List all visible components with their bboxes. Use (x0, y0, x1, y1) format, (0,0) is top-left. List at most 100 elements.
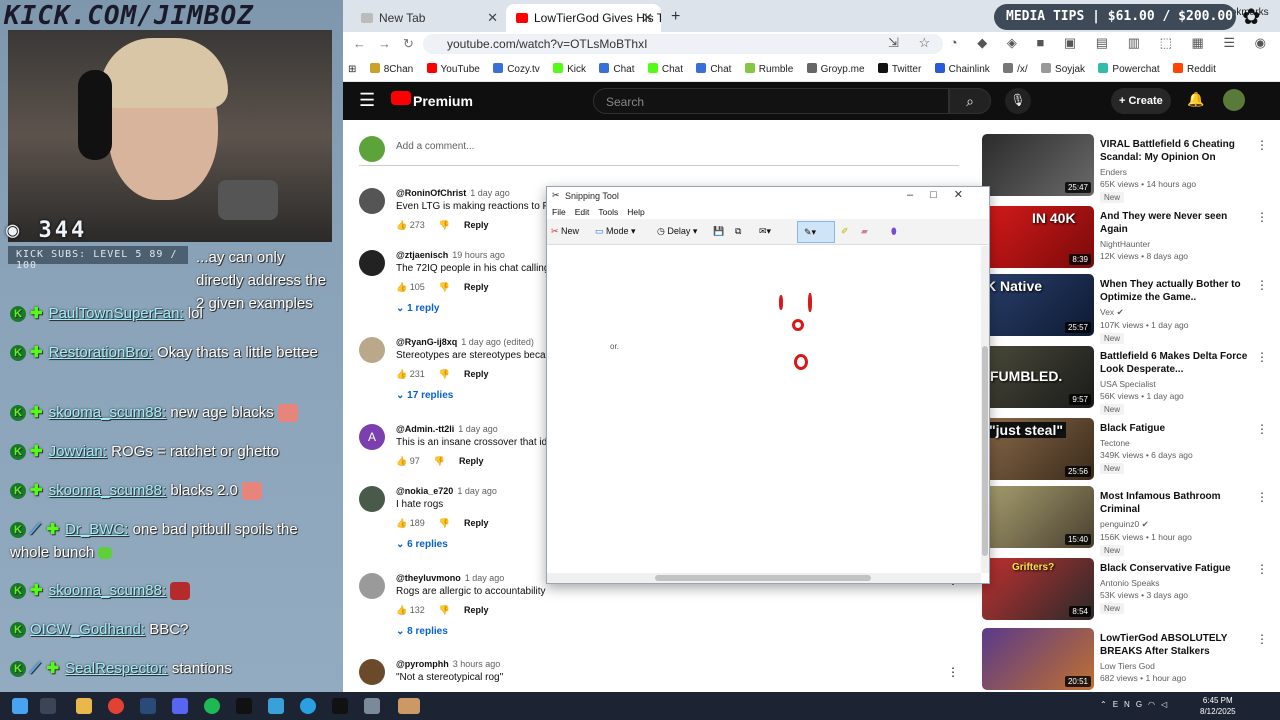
video-card[interactable]: "just steal" 25:56 Black Fatigue Tectone 34… (982, 418, 1272, 484)
search-button[interactable]: ⌕ (949, 88, 991, 114)
send-icon[interactable]: ✉▾ (759, 226, 771, 237)
like-icon[interactable]: 👍 (396, 456, 410, 466)
menu-icon[interactable]: ☰ (359, 90, 375, 111)
voice-search-button[interactable]: 🎙 (1005, 88, 1031, 114)
maximize-icon[interactable]: □ (930, 189, 954, 201)
pen-button[interactable]: ✎▾ (797, 221, 835, 243)
more-options-icon[interactable]: ⋮ (1256, 278, 1268, 292)
app-icon[interactable] (364, 698, 380, 714)
reply-button[interactable]: Reply (464, 220, 489, 230)
app-icon[interactable] (332, 698, 348, 714)
copy-icon[interactable]: ⧉ (735, 226, 741, 237)
bookmark-item[interactable]: Chat (643, 56, 688, 75)
more-options-icon[interactable]: ⋮ (1256, 138, 1268, 152)
video-thumbnail[interactable]: 20:51 (982, 628, 1094, 690)
like-icon[interactable]: 👍 (396, 518, 410, 528)
like-icon[interactable]: 👍 (396, 605, 410, 615)
task-view-icon[interactable] (40, 698, 56, 714)
dislike-icon[interactable]: 👎 (439, 369, 450, 379)
reply-button[interactable]: Reply (464, 282, 489, 292)
nav-buttons[interactable]: ←→↻ (353, 36, 426, 52)
reply-button[interactable]: Reply (464, 518, 489, 528)
file-explorer-icon[interactable] (76, 698, 92, 714)
notifications-bell-icon[interactable]: 🔔 (1187, 91, 1204, 108)
bookmark-item[interactable]: Cozy.tv (488, 56, 545, 75)
reply-button[interactable]: Reply (464, 369, 489, 379)
close-icon[interactable]: ✕ (954, 189, 980, 201)
delay-button[interactable]: ◷ Delay ▾ (657, 226, 697, 237)
menu-help[interactable]: Help (627, 207, 644, 217)
steam-icon[interactable] (140, 698, 156, 714)
menu-edit[interactable]: Edit (575, 207, 590, 217)
account-avatar[interactable] (1223, 89, 1245, 111)
video-card[interactable]: 20:51 LowTierGod ABSOLUTELY BREAKS After… (982, 628, 1272, 692)
dislike-icon[interactable]: 👎 (439, 605, 450, 615)
more-options-icon[interactable]: ⋮ (1256, 632, 1268, 646)
reply-button[interactable]: Reply (459, 456, 484, 466)
back-icon[interactable]: ← (353, 36, 378, 51)
discord-icon[interactable] (172, 698, 188, 714)
video-thumbnail[interactable]: IN 40K 8:39 (982, 206, 1094, 268)
video-thumbnail[interactable]: K Native 25:57 (982, 274, 1094, 336)
highlighter-icon[interactable]: ✐ (841, 226, 849, 237)
like-icon[interactable]: 👍 (396, 220, 410, 230)
youtube-brand[interactable]: Premium (413, 93, 473, 109)
new-snip-button[interactable]: ✂ New (551, 226, 579, 237)
language-indicator[interactable]: ENG (1113, 700, 1148, 709)
save-icon[interactable]: 💾 (713, 226, 724, 237)
avatar[interactable]: A (359, 424, 385, 450)
avatar[interactable] (359, 573, 385, 599)
url-field[interactable]: youtube.com/watch?v=OTLsMoBThxI (423, 34, 943, 54)
scrollbar-thumb[interactable] (655, 575, 871, 581)
menu-file[interactable]: File (552, 207, 566, 217)
avatar[interactable] (359, 486, 385, 512)
dislike-icon[interactable]: 👎 (434, 456, 445, 466)
add-comment-field[interactable]: Add a comment... (359, 136, 959, 166)
chrome-icon[interactable] (108, 698, 124, 714)
bookmark-item[interactable]: Groyp.me (802, 56, 870, 75)
video-thumbnail[interactable]: "just steal" 25:56 (982, 418, 1094, 480)
more-options-icon[interactable]: ⋮ (947, 665, 959, 679)
more-options-icon[interactable]: ⋮ (1256, 490, 1268, 504)
close-icon[interactable]: ✕ (487, 10, 498, 26)
app-icon[interactable] (268, 698, 284, 714)
bookmark-item[interactable]: Powerchat (1093, 56, 1164, 75)
video-card[interactable]: K Native 25:57 When They actually Bother … (982, 274, 1272, 344)
like-icon[interactable]: 👍 (396, 282, 410, 292)
forward-icon[interactable]: → (378, 36, 403, 51)
video-thumbnail[interactable]: FUMBLED. 9:57 (982, 346, 1094, 408)
more-options-icon[interactable]: ⋮ (1256, 210, 1268, 224)
bookmark-item[interactable]: /x/ (998, 56, 1033, 75)
bookmark-item[interactable]: Chat (594, 56, 639, 75)
close-icon[interactable]: ✕ (642, 10, 653, 26)
bookmark-item[interactable]: Twitter (873, 56, 926, 75)
youtube-logo-icon[interactable] (391, 91, 411, 105)
more-options-icon[interactable]: ⋮ (1256, 422, 1268, 436)
snip-canvas[interactable]: or. (547, 246, 983, 571)
snipping-tool-window[interactable]: ✂ Snipping Tool –□✕ File Edit Tools Help ✂ N… (546, 186, 990, 584)
streaming-app-icon[interactable] (236, 698, 252, 714)
menu-tools[interactable]: Tools (598, 207, 618, 217)
dislike-icon[interactable]: 👎 (439, 518, 450, 528)
video-card[interactable]: 15:40 Most Infamous Bathroom Criminal pen… (982, 486, 1272, 556)
horizontal-scrollbar[interactable] (547, 573, 981, 583)
search-input[interactable]: Search (593, 88, 949, 114)
video-card[interactable]: 25:47 VIRAL Battlefield 6 Cheating Scand… (982, 134, 1272, 203)
video-thumbnail[interactable]: 15:40 (982, 486, 1094, 548)
avatar[interactable] (359, 659, 385, 685)
mode-button[interactable]: ▭ Mode ▾ (595, 226, 636, 237)
video-thumbnail[interactable]: Grifters? 8:54 (982, 558, 1094, 620)
reply-button[interactable]: Reply (464, 605, 489, 615)
volume-icon[interactable]: ◁ (1161, 700, 1173, 709)
vertical-scrollbar[interactable] (981, 246, 989, 573)
scrollbar-thumb[interactable] (982, 346, 988, 556)
apps-icon[interactable]: ⊞ (343, 57, 361, 75)
chevron-up-icon[interactable]: ⌃ (1100, 700, 1113, 709)
bookmark-item[interactable]: Rumble (740, 56, 798, 75)
like-icon[interactable]: 👍 (396, 369, 410, 379)
bookmark-item[interactable]: Soyjak (1036, 56, 1090, 75)
paint3d-icon[interactable]: ⬮ (891, 226, 897, 237)
snipping-tool-taskbar-icon[interactable] (398, 698, 420, 714)
video-card[interactable]: FUMBLED. 9:57 Battlefield 6 Makes Delta F… (982, 346, 1272, 415)
more-options-icon[interactable]: ⋮ (1256, 562, 1268, 576)
